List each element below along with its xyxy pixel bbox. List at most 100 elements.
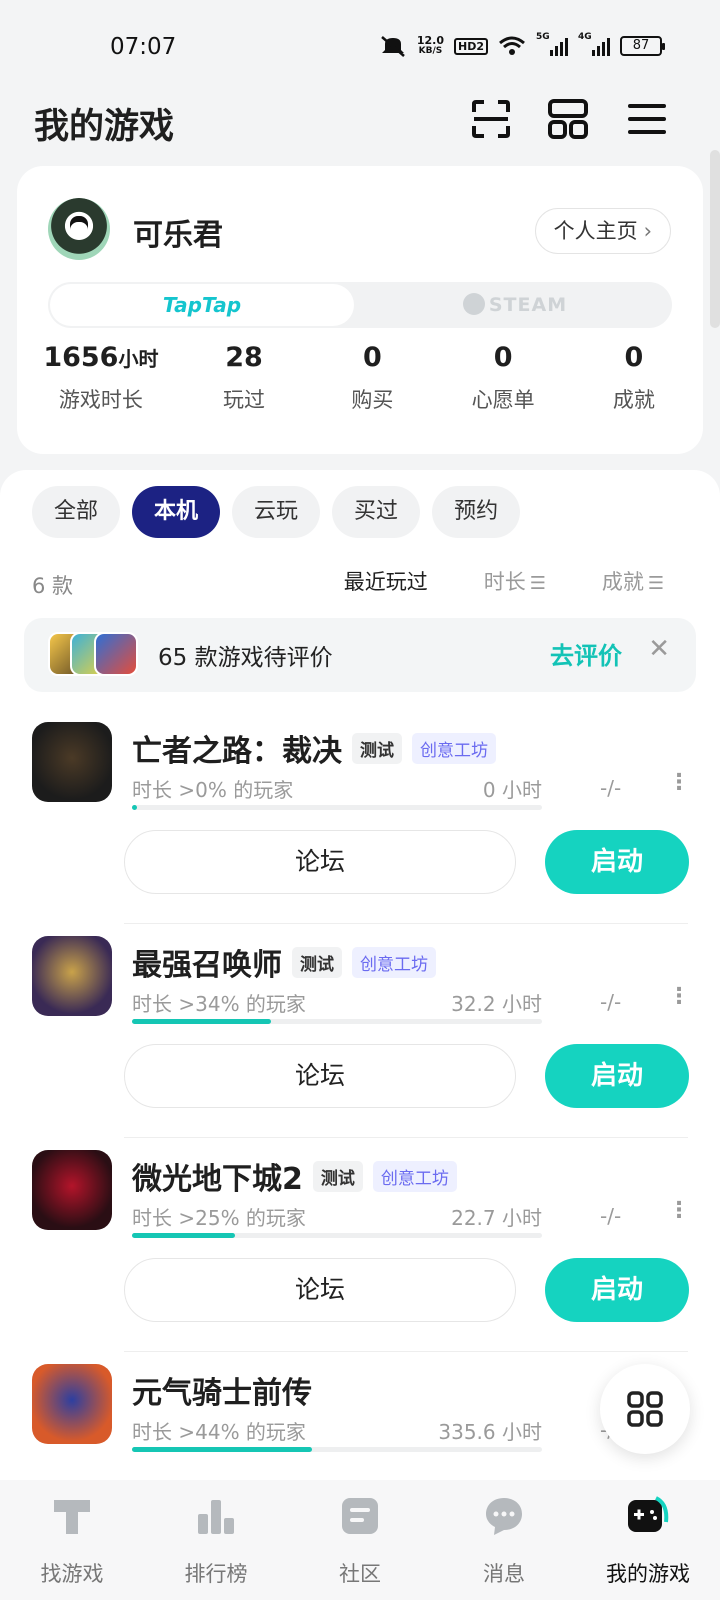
clock: 07:07: [110, 34, 177, 60]
nav-label: 找游戏: [40, 1562, 104, 1586]
more-icon[interactable]: ⋮: [668, 984, 690, 1009]
launch-button[interactable]: 启动: [545, 830, 689, 894]
filter-cloud[interactable]: 云玩: [232, 486, 321, 538]
forum-button[interactable]: 论坛: [124, 1258, 516, 1322]
game-count: 6 款: [32, 574, 74, 598]
go-review-button[interactable]: 去评价: [550, 636, 622, 671]
hours-text: 22.7 小时: [451, 1206, 542, 1230]
sort-options: 最近玩过 时长 ☰ 成就 ☰: [344, 566, 664, 596]
homepage-label: 个人主页: [553, 219, 638, 243]
badge-test: 测试: [352, 732, 402, 764]
sort-duration[interactable]: 时长 ☰: [484, 566, 546, 596]
sort-recent[interactable]: 最近玩过: [344, 566, 428, 596]
percentile-text: 时长 >25% 的玩家: [132, 1206, 306, 1230]
badge-workshop: 创意工坊: [412, 732, 496, 764]
profile-stats: 1656小时 游戏时长 28 玩过 0 购买 0 心愿单 0 成就: [17, 342, 703, 414]
achievement-text: -/-: [600, 776, 622, 800]
more-icon[interactable]: ⋮: [668, 770, 690, 795]
steam-logo-icon: [462, 293, 485, 315]
sort-achievement[interactable]: 成就 ☰: [602, 566, 664, 596]
progress-bar: [132, 1233, 542, 1238]
page-title: 我的游戏: [34, 107, 175, 147]
steam-label: STEAM: [488, 294, 568, 316]
platform-taptap[interactable]: TapTap: [50, 284, 354, 326]
badge-workshop: 创意工坊: [372, 1160, 457, 1192]
scrollbar[interactable]: [710, 150, 720, 328]
platform-steam[interactable]: STEAM: [360, 284, 670, 326]
mute-icon: [381, 36, 405, 57]
profile-card: 可乐君 个人主页 › TapTap STEAM 1656小时 游戏时长 28 玩过 0…: [17, 166, 703, 454]
nav-label: 社区: [339, 1562, 381, 1586]
progress-bar: [132, 805, 542, 810]
sort-icon: ☰: [647, 573, 664, 594]
more-icon[interactable]: ⋮: [668, 1198, 690, 1223]
signal-4g-icon: 4G: [578, 32, 610, 56]
hours-text: 335.6 小时: [438, 1420, 542, 1444]
net-speed: 12.0: [416, 34, 444, 47]
community-icon: [342, 1498, 378, 1534]
game-name[interactable]: 微光地下城2: [132, 1154, 303, 1198]
menu-icon[interactable]: [626, 98, 668, 140]
layout-icon[interactable]: [547, 98, 589, 140]
homepage-button[interactable]: 个人主页 ›: [534, 208, 671, 254]
game-name[interactable]: 最强召唤师: [132, 940, 282, 984]
filter-reserved[interactable]: 预约: [432, 486, 521, 538]
percentile-text: 时长 >44% 的玩家: [132, 1420, 306, 1444]
message-icon: [486, 1498, 522, 1535]
nav-my-games[interactable]: 我的游戏: [576, 1480, 720, 1600]
stat-playtime[interactable]: 1656小时 游戏时长: [17, 342, 185, 414]
stat-wishlist[interactable]: 0 心愿单: [441, 342, 564, 414]
badge-workshop: 创意工坊: [352, 946, 436, 978]
review-text: 65 款游戏待评价: [158, 645, 333, 671]
grid-fab-button[interactable]: [600, 1364, 690, 1454]
badge-test: 测试: [292, 946, 342, 978]
stat-played[interactable]: 28 玩过: [185, 342, 303, 414]
game-name[interactable]: 亡者之路：裁决: [132, 726, 342, 770]
filter-bought[interactable]: 买过: [332, 486, 421, 538]
game-row: 亡者之路：裁决 测试 创意工坊 时长 >0% 的玩家 0 小时 -/- ⋮ 论坛 启动: [0, 710, 720, 924]
launch-button[interactable]: 启动: [545, 1044, 689, 1108]
hours-text: 32.2 小时: [451, 992, 542, 1016]
net-unit: KB/S: [418, 46, 443, 56]
achievement-text: -/-: [600, 990, 622, 1014]
game-icon[interactable]: [32, 1150, 112, 1230]
stat-achievements[interactable]: 0 成就: [565, 342, 703, 414]
bottom-nav: 找游戏 排行榜 社区 消息 我的游戏: [0, 1480, 720, 1600]
filter-chips: 全部 本机 云玩 买过 预约: [32, 486, 521, 538]
progress-bar: [132, 1019, 542, 1024]
filter-all[interactable]: 全部: [32, 486, 121, 538]
nav-message[interactable]: 消息: [432, 1480, 576, 1600]
nav-find-game[interactable]: 找游戏: [0, 1480, 144, 1600]
close-icon[interactable]: ✕: [648, 634, 670, 664]
achievement-text: -/-: [600, 1204, 622, 1228]
nav-ranking[interactable]: 排行榜: [144, 1480, 288, 1600]
progress-fill: [132, 1233, 235, 1238]
find-game-icon: [54, 1500, 90, 1534]
launch-button[interactable]: 启动: [545, 1258, 689, 1322]
progress-fill: [132, 1019, 272, 1024]
hours-text: 0 小时: [482, 778, 542, 802]
nav-label: 我的游戏: [606, 1562, 690, 1586]
review-banner[interactable]: 65 款游戏待评价 去评价 ✕: [24, 618, 696, 692]
battery-icon: 87: [620, 36, 665, 56]
sort-icon: ☰: [529, 573, 546, 594]
game-icon[interactable]: [32, 1364, 112, 1444]
forum-button[interactable]: 论坛: [124, 1044, 516, 1108]
stat-purchased[interactable]: 0 购买: [303, 342, 441, 414]
ranking-icon: [198, 1500, 234, 1534]
forum-button[interactable]: 论坛: [124, 830, 516, 894]
nav-community[interactable]: 社区: [288, 1480, 432, 1600]
scan-icon[interactable]: [470, 98, 512, 140]
filter-local[interactable]: 本机: [132, 486, 221, 538]
my-games-icon: [628, 1496, 669, 1532]
game-icon[interactable]: [32, 936, 112, 1016]
header: 我的游戏: [0, 90, 720, 152]
review-game-icons: [48, 632, 144, 678]
game-name[interactable]: 元气骑士前传: [132, 1368, 312, 1412]
game-icon[interactable]: [32, 722, 112, 802]
game-row: 最强召唤师 测试 创意工坊 时长 >34% 的玩家 32.2 小时 -/- ⋮ 论坛 …: [0, 924, 720, 1138]
status-bar: 07:07 12.0 KB/S HD2 5G 4G 87: [0, 0, 720, 90]
badge-test: 测试: [312, 1160, 363, 1192]
avatar[interactable]: [48, 198, 110, 260]
game-row: 微光地下城2 测试 创意工坊 时长 >25% 的玩家 22.7 小时 -/- ⋮ 论坛…: [0, 1138, 720, 1352]
